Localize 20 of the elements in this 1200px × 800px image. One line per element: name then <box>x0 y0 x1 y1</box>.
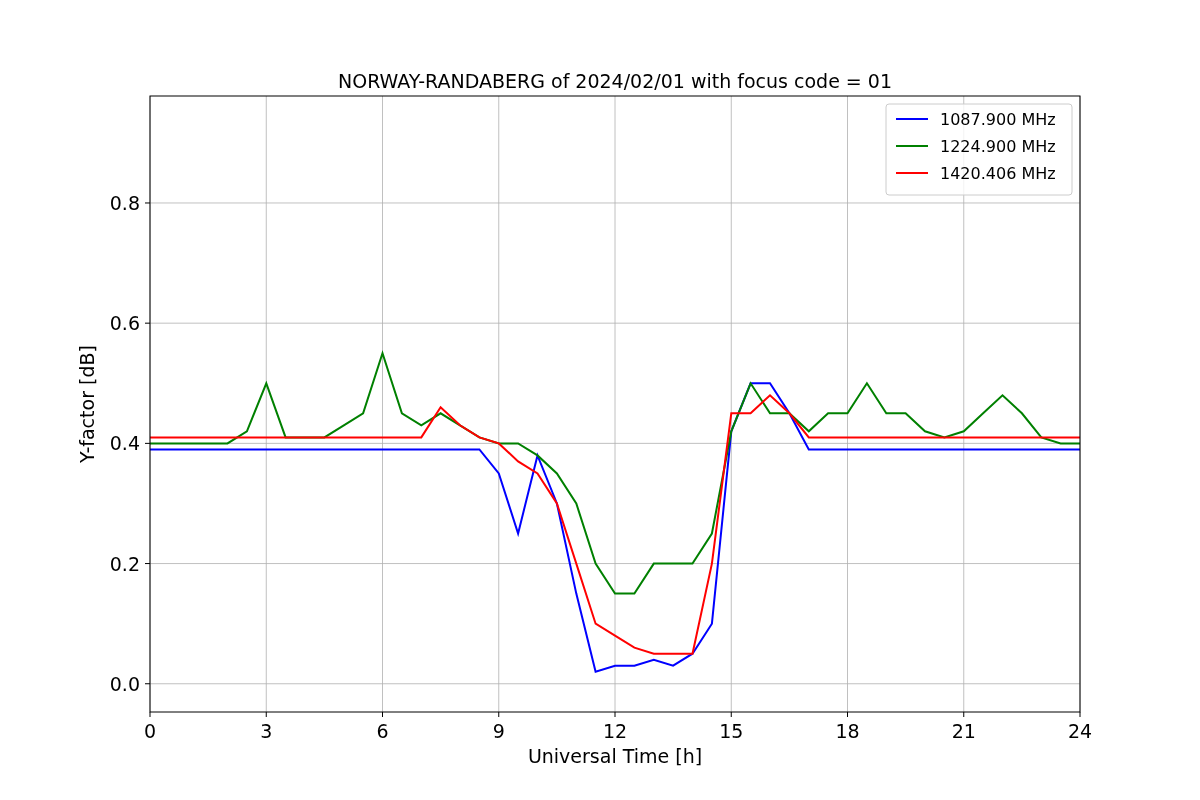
axis-label: Y-factor [dB] <box>76 345 98 463</box>
tick-label: 0.4 <box>109 432 140 455</box>
tick-label: 21 <box>951 720 976 742</box>
tick-label: 18 <box>835 720 860 742</box>
tick-label: 9 <box>492 720 505 742</box>
tick-label: 3 <box>260 720 273 742</box>
tick-label: 0.2 <box>109 552 140 575</box>
tick-label: 0.0 <box>109 672 140 695</box>
legend-label: 1224.900 MHz <box>940 137 1056 156</box>
tick-label: 15 <box>719 720 744 742</box>
axis-label: Universal Time [h] <box>527 745 703 767</box>
tick-label: 6 <box>376 720 389 742</box>
tick-label: 0.8 <box>109 191 140 214</box>
chart-title: NORWAY-RANDABERG of 2024/02/01 with focus code = 01 <box>338 70 892 92</box>
tick-label: 24 <box>1067 720 1093 742</box>
tick-label: 12 <box>602 720 628 742</box>
tick-label: 0 <box>143 720 157 742</box>
legend-label: 1420.406 MHz <box>940 164 1056 183</box>
tick-label: 0.6 <box>109 312 140 335</box>
legend-label: 1087.900 MHz <box>940 110 1056 129</box>
